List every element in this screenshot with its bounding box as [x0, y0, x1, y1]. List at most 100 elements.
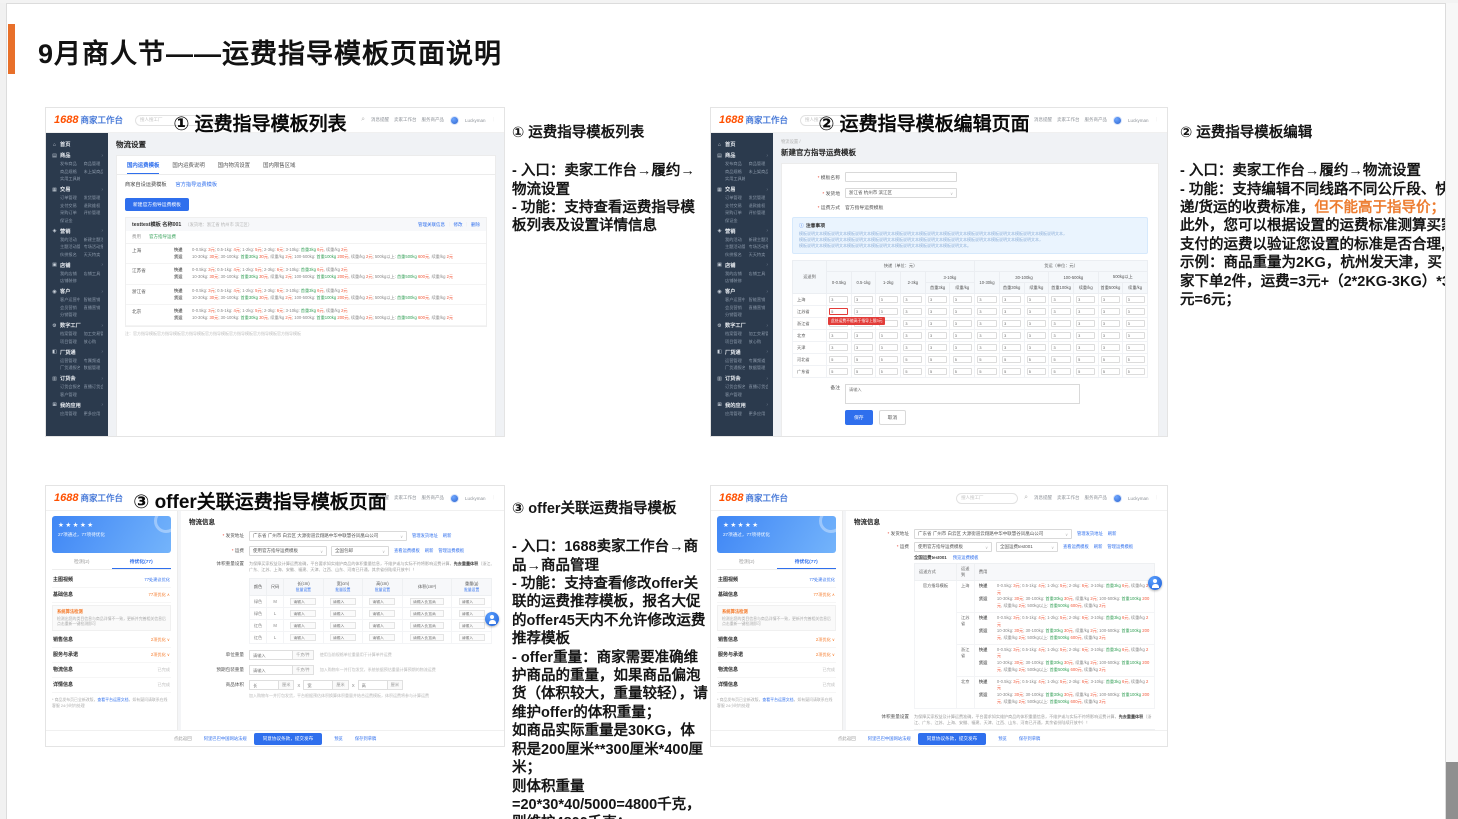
fee-input[interactable] — [854, 344, 873, 351]
fee-input[interactable] — [1076, 320, 1095, 327]
sidebar-section[interactable]: ▦交易› — [716, 186, 768, 193]
fee-input[interactable] — [1126, 356, 1145, 363]
fee-input[interactable] — [879, 296, 898, 303]
manage-template-link[interactable]: 管理运费模板 — [438, 548, 464, 554]
fee-input[interactable] — [854, 332, 873, 339]
sidebar-item[interactable]: 直播营销 — [84, 305, 104, 311]
sku-dimension-input[interactable] — [330, 598, 356, 605]
sidebar-section[interactable]: ⊞我的应用› — [716, 402, 768, 409]
tab-4[interactable]: 国内限售区域 — [263, 161, 295, 169]
fee-input[interactable] — [903, 296, 922, 303]
fee-input[interactable] — [829, 344, 848, 351]
sidebar-item[interactable]: 分销管理 — [725, 312, 745, 318]
fee-input[interactable] — [977, 368, 996, 375]
sidebar-item[interactable]: 订单管理 — [60, 195, 80, 201]
manage-template-link[interactable]: 管理运费模板 — [1107, 544, 1133, 550]
cancel-button[interactable]: 取消 — [879, 410, 907, 425]
header-nav-item[interactable]: 卖家工作台 — [1057, 117, 1080, 123]
sidebar-item[interactable]: 订单管理 — [725, 195, 745, 201]
fee-input[interactable] — [1027, 332, 1046, 339]
sidebar-item[interactable]: 未上架商品 — [749, 169, 769, 175]
user-name[interactable]: Luckyman — [465, 496, 486, 501]
sidebar-item[interactable]: 天天特卖 — [749, 252, 769, 258]
sidebar-item[interactable]: 直播订货会 — [84, 384, 104, 390]
sidebar-item[interactable]: 我的活动 — [725, 237, 745, 243]
fee-input[interactable] — [1002, 356, 1021, 363]
sidebar-item[interactable]: 主题活动管理 — [60, 244, 80, 250]
template-action-link[interactable]: 删除 — [463, 222, 481, 228]
fee-input[interactable] — [1002, 296, 1021, 303]
header-nav-item[interactable]: 消息提醒 — [371, 117, 389, 123]
sidebar-item[interactable]: 店铺装修 — [725, 278, 745, 284]
left-menu-item[interactable]: 详情信息已完成 — [52, 678, 171, 693]
sidebar-item[interactable]: 我的店铺 — [725, 271, 745, 277]
sidebar-item[interactable]: 厂货通报名 — [725, 365, 745, 371]
sku-weight-input[interactable] — [459, 610, 485, 617]
header-nav-item[interactable]: 消息提醒 — [371, 495, 389, 501]
sidebar-item[interactable]: 订货会报名 — [60, 384, 80, 390]
sku-volume-input[interactable] — [410, 622, 444, 629]
sidebar-item[interactable]: 新建主题活动 — [749, 237, 769, 243]
left-menu-item[interactable]: 服务与承诺2项优化 ∨ — [717, 648, 836, 663]
fee-input[interactable] — [953, 356, 972, 363]
fee-input[interactable] — [1002, 332, 1021, 339]
refresh-link[interactable]: 刷新 — [1108, 531, 1117, 537]
sidebar-item[interactable]: 数据管理 — [749, 365, 769, 371]
fee-input[interactable] — [903, 344, 922, 351]
fee-input[interactable] — [829, 356, 848, 363]
fee-input[interactable] — [879, 344, 898, 351]
sku-dimension-input[interactable] — [369, 622, 395, 629]
fee-input[interactable] — [1027, 344, 1046, 351]
search-input[interactable]: 搜人搜工厂 — [800, 115, 880, 126]
fee-input[interactable] — [953, 368, 972, 375]
sidebar-item[interactable]: 商品管理 — [749, 161, 769, 167]
sku-volume-input[interactable] — [410, 634, 444, 641]
left-menu-item[interactable]: 服务与承诺2项优化 ∨ — [52, 648, 171, 663]
sidebar-item[interactable]: 发布商品 — [60, 161, 80, 167]
template-action-link[interactable]: 修改 — [445, 222, 463, 228]
sidebar-item[interactable]: 分销管理 — [60, 312, 80, 318]
header-nav-item[interactable]: 服务商产品 — [1084, 117, 1107, 123]
sidebar-section[interactable]: ▥订货会› — [51, 375, 103, 382]
back-text[interactable]: 点此返回 — [174, 736, 192, 742]
fee-input[interactable] — [977, 356, 996, 363]
sidebar-item[interactable]: 档案管理 — [60, 331, 80, 337]
fee-input[interactable] — [1101, 332, 1120, 339]
search-input[interactable]: 搜人搜工厂 — [956, 493, 1018, 504]
fee-input[interactable] — [1002, 368, 1021, 375]
address-select[interactable]: 广东省 广州市 白云区 大源街道云翔路中华中联慧谷凤凰山公司∨ — [249, 531, 407, 541]
address-select[interactable]: 广东省 广州市 白云区 大源街道云翔路中华中联慧谷凤凰山公司∨ — [914, 529, 1072, 539]
save-button[interactable]: 保存 — [845, 410, 873, 425]
manage-address-link[interactable]: 管理发货地址 — [1077, 531, 1103, 537]
sidebar-item[interactable]: 客户管理 — [60, 392, 80, 398]
header-nav-item[interactable]: 卖家工作台 — [394, 117, 417, 123]
sidebar-item[interactable]: 保证金 — [60, 218, 80, 224]
floating-assistant-button[interactable] — [1148, 576, 1162, 590]
sidebar-item[interactable]: 客户管理 — [725, 392, 745, 398]
sidebar-item[interactable]: 评价管理 — [749, 210, 769, 216]
sidebar-item[interactable]: 天天特卖 — [84, 252, 104, 258]
remark-textarea[interactable] — [845, 384, 1080, 404]
sidebar-section[interactable]: ▤商品› — [716, 152, 768, 159]
sidebar-section[interactable]: ⌂首页 — [51, 141, 103, 148]
fee-input[interactable] — [1076, 356, 1095, 363]
sidebar-section[interactable]: ⚙数字工厂› — [716, 322, 768, 329]
view-template-link[interactable]: 查看运费模板 — [1063, 544, 1089, 550]
sidebar-section[interactable]: ▦交易› — [51, 186, 103, 193]
left-menu-item[interactable]: 基础信息77项优化 ∧ — [717, 588, 836, 603]
search-icon[interactable]: ⌕ — [361, 116, 365, 124]
freight-template-select[interactable]: 使用官方指导运费模板∨ — [249, 546, 327, 556]
law-link[interactable]: 阿里巴巴中国网站法规 — [204, 736, 247, 742]
preview-link[interactable]: 预览 — [998, 736, 1007, 742]
sidebar-item[interactable]: 运营管理 — [60, 358, 80, 364]
sidebar-item[interactable]: 评价管理 — [84, 210, 104, 216]
sidebar-item[interactable]: 客户运营中心 — [725, 297, 745, 303]
freight-scope-select[interactable]: 全国运费test001∨ — [996, 542, 1058, 552]
sku-weight-input[interactable] — [459, 634, 485, 641]
fee-input[interactable] — [879, 308, 898, 315]
fee-input[interactable] — [879, 368, 898, 375]
avatar[interactable] — [1113, 116, 1122, 125]
sku-dimension-input[interactable] — [369, 634, 395, 641]
fee-input[interactable] — [1027, 296, 1046, 303]
sidebar-item[interactable]: 专场活动报名 — [84, 244, 104, 250]
